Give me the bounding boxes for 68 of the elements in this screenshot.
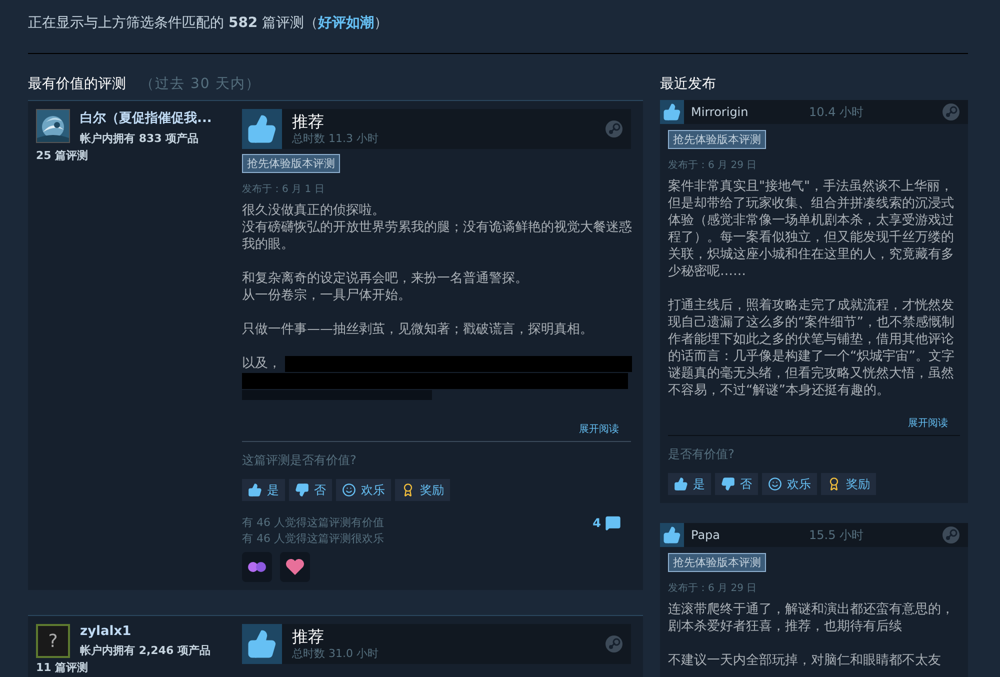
playtime: 总时数 11.3 小时	[292, 131, 380, 146]
review-text: 从一份卷宗，一具尸体开始。	[242, 287, 412, 304]
posted-date: 发布于：6 月 29 日	[668, 582, 758, 595]
read-more-link[interactable]: 展开阅读	[668, 416, 960, 430]
medal-icon	[827, 477, 841, 491]
rating-link[interactable]: 好评如潮	[318, 15, 374, 31]
vote-button[interactable]: 欢乐	[336, 479, 391, 501]
vote-button[interactable]: 否	[289, 479, 332, 501]
logo-icon	[942, 526, 960, 544]
avatar-placeholder[interactable]: ?	[36, 624, 70, 658]
author-name[interactable]: 白尔（夏促指催促我...	[80, 109, 242, 127]
section-title: 最近发布	[660, 75, 717, 94]
logo-icon	[605, 120, 623, 138]
vote-button[interactable]: 否	[715, 473, 758, 495]
early-access-tag: 抢先体验版本评测	[668, 553, 766, 572]
review-count[interactable]: 25 篇评测	[36, 148, 242, 163]
author-name[interactable]: zylalx1	[80, 624, 242, 639]
funny-count: 有 46 人觉得这篇评测很欢乐	[242, 531, 384, 547]
review-summary: 正在显示与上方筛选条件匹配的 582 篇评测（好评如潮）	[28, 14, 390, 33]
vote-button[interactable]: 是	[242, 479, 285, 501]
review-text: 不建议一天内全部玩掉，对脑仁和眼睛都不太友	[668, 652, 942, 669]
helpful-question: 这篇评测是否有价值?	[242, 452, 358, 469]
logo-icon	[605, 635, 623, 653]
review-count[interactable]: 11 篇评测	[36, 660, 242, 675]
helpful-count: 有 46 人觉得这篇评测有价值	[242, 515, 384, 531]
verdict-title: 推荐	[292, 627, 325, 646]
section-title: 最有价值的评测	[28, 75, 126, 93]
review-text: 只做一件事——抽丝剥茧，见微知著；戳破谎言，探明真相。	[242, 321, 594, 338]
playtime: 10.4 小时	[809, 104, 865, 120]
speech-bubble-icon	[605, 515, 621, 531]
review-text: 和复杂离奇的设定说再会吧，来扮一名普通警探。	[242, 270, 529, 287]
playtime: 15.5 小时	[809, 526, 865, 544]
product-count: 帐户内拥有 2,246 项产品	[80, 643, 212, 658]
vote-button[interactable]: 是	[668, 473, 711, 495]
medal-icon	[401, 483, 415, 497]
smile-icon	[768, 477, 782, 491]
comments-link[interactable]: 4	[592, 515, 631, 531]
author-name[interactable]: Mirrorigin	[691, 105, 809, 119]
early-access-tag: 抢先体验版本评测	[242, 154, 340, 173]
thumbs-up-icon	[674, 477, 688, 491]
section-period: （过去 30 天内）	[140, 75, 261, 93]
early-access-tag: 抢先体验版本评测	[668, 130, 766, 149]
review-text: 案件非常真实且"接地气"，手法虽然谈不上华丽，但是却带给了玩家收集、组合并拼凑线索的沉浸式体验（感觉非常像一场单机剧本杀，太享受游戏过程了）。每一案看似独立，但又能发现千丝万缕的关联，炽城这座小城和住在这里的人，究竟藏有多少秘密呢……	[668, 178, 955, 280]
thumbs-down-icon	[295, 483, 309, 497]
award-tile[interactable]	[242, 552, 272, 582]
vote-button[interactable]: 欢乐	[762, 473, 817, 495]
verdict-title: 推荐	[292, 112, 325, 131]
vote-button[interactable]: 奖励	[395, 479, 450, 501]
helpful-question: 是否有价值?	[668, 446, 736, 463]
posted-date: 发布于：6 月 29 日	[668, 159, 758, 172]
review-text: 没有磅礴恢弘的开放世界劳累我的腿；没有诡谲鲜艳的视觉大餐迷惑我的眼。	[242, 219, 633, 253]
review-text: 打通主线后，照着攻略走完了成就流程，才恍然发现自己遗漏了这么多的“案件细节”，也不禁感慨制作者能埋下如此之多的伏笔与铺垫，借用其他评论的话而言：几乎像是构建了一个“炽城宇宙”。文字谜题真的毫无头绪，但看完攻略又恍然大悟，虽然不容易，不过“解谜”本身还挺有趣的。	[668, 297, 956, 399]
review-text: 连滚带爬终于通了，解谜和演出都还蛮有意思的，剧本杀爱好者狂喜，推荐，也期待有后续	[668, 601, 955, 635]
review-text: 以及，	[242, 355, 281, 372]
product-count: 帐户内拥有 833 项产品	[80, 131, 200, 146]
author-name[interactable]: Papa	[691, 528, 809, 542]
thumbs-down-icon	[721, 477, 735, 491]
logo-icon	[942, 103, 960, 121]
butterfly-icon	[248, 561, 266, 573]
playtime: 总时数 31.0 小时	[292, 646, 380, 661]
review-text: 很久没做真正的侦探啦。	[242, 202, 386, 219]
read-more-link[interactable]: 展开阅读	[242, 422, 631, 436]
vote-button[interactable]: 奖励	[821, 473, 876, 495]
thumbs-up-icon	[248, 483, 262, 497]
posted-date: 发布于：6 月 1 日	[242, 183, 326, 196]
smile-icon	[342, 483, 356, 497]
heart-icon	[285, 558, 305, 576]
award-tile[interactable]	[280, 552, 310, 582]
